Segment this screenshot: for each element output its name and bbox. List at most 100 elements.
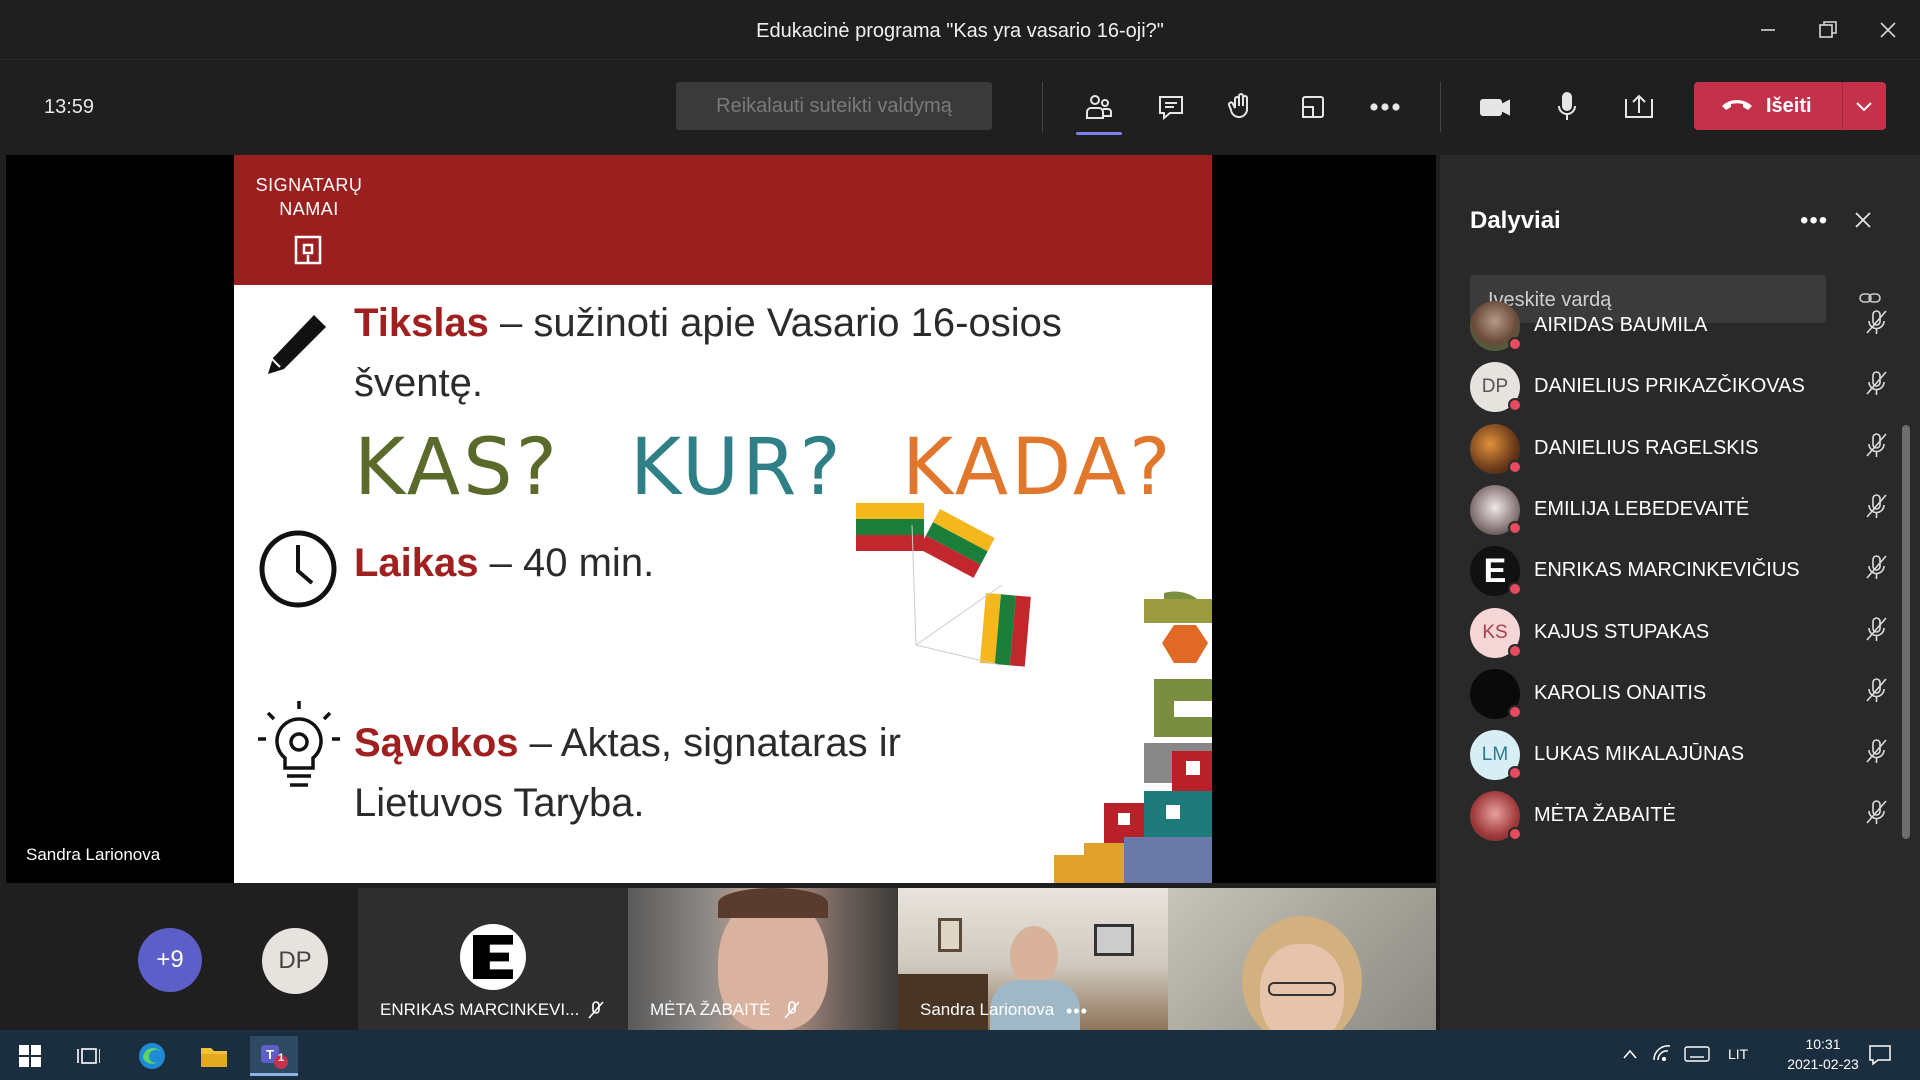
mic-toggle-button[interactable] (1544, 84, 1590, 130)
avatar-wrapper (1470, 423, 1522, 474)
title-bar: Edukacinė programa "Kas yra vasario 16-o… (0, 0, 1920, 60)
restore-button[interactable] (1806, 10, 1850, 50)
video-strip: +9 DP ENRIKAS MARCINKEVI... MĖTA ŽABAITĖ… (0, 888, 1436, 1030)
share-tray-icon (1625, 94, 1653, 118)
participant-name: KAROLIS ONAITIS (1534, 681, 1707, 704)
more-participants-bubble[interactable]: +9 (138, 928, 202, 992)
tray-chevron-up-icon[interactable] (1622, 1048, 1638, 1060)
presence-status-dot (1508, 520, 1522, 535)
leave-meeting-button[interactable]: Išeiti (1694, 82, 1886, 130)
participant-row[interactable]: DP DANIELIUS PRIKAZČIKOVAS (1470, 356, 1890, 413)
camera-toggle-button[interactable] (1472, 84, 1518, 130)
time-text: – 40 min. (478, 541, 655, 585)
start-button[interactable] (6, 1036, 54, 1076)
shared-content-stage: SIGNATARŲ NAMAI Tikslas – sužinoti apie … (6, 155, 1436, 883)
participant-name: DANIELIUS PRIKAZČIKOVAS (1534, 375, 1805, 398)
participant-row[interactable]: MĖTA ŽABAITĖ (1470, 785, 1890, 842)
avatar-wrapper: E (1470, 546, 1522, 597)
muted-mic-icon[interactable] (1864, 554, 1888, 580)
muted-mic-icon[interactable] (1864, 616, 1888, 642)
wall-frame (938, 918, 962, 952)
clock-icon (259, 530, 337, 608)
share-screen-button[interactable] (1616, 84, 1662, 130)
show-participants-button[interactable] (1076, 84, 1122, 130)
video-tile-meta[interactable]: MĖTA ŽABAITĖ (628, 888, 898, 1030)
presentation-slide: SIGNATARŲ NAMAI Tikslas – sužinoti apie … (234, 155, 1212, 883)
close-icon (1880, 22, 1896, 38)
close-window-button[interactable] (1866, 10, 1910, 50)
participant-row[interactable]: AIRIDAS BAUMILA (1470, 295, 1890, 351)
participant-row[interactable]: LM LUKAS MIKALAJŪNAS (1470, 724, 1890, 781)
close-panel-icon[interactable] (1854, 211, 1872, 229)
panel-title: Dalyviai (1470, 207, 1561, 234)
leave-divider (1842, 82, 1843, 130)
minimize-button[interactable] (1746, 10, 1790, 50)
meeting-toolbar: 13:59 Reikalauti suteikti valdymą Išeiti (0, 60, 1920, 154)
show-chat-button[interactable] (1148, 84, 1194, 130)
avatar-wrapper: DP (1470, 362, 1522, 413)
teams-taskbar-button[interactable]: T 1 (250, 1036, 298, 1076)
network-icon[interactable] (1652, 1044, 1672, 1062)
participant-list-scrollbar[interactable] (1902, 425, 1910, 839)
participant-row[interactable]: KAROLIS ONAITIS (1470, 663, 1890, 719)
muted-mic-icon[interactable] (1864, 677, 1888, 703)
goal-text: – sužinoti apie Vasario 16-osios (488, 301, 1062, 345)
participant-video-hair (718, 888, 828, 918)
teams-notification-badge: 1 (278, 1052, 285, 1064)
muted-mic-icon[interactable] (1864, 370, 1888, 396)
file-explorer-taskbar-button[interactable] (190, 1036, 238, 1076)
edge-taskbar-button[interactable] (128, 1036, 176, 1076)
participant-row[interactable]: DANIELIUS RAGELSKIS (1470, 418, 1890, 474)
presence-status-dot (1508, 827, 1522, 842)
muted-mic-icon[interactable] (1864, 799, 1888, 825)
raise-hand-button[interactable] (1218, 84, 1264, 130)
lightbulb-gear-icon (258, 701, 340, 787)
participant-row[interactable]: EMILIJA LEBEDEVAITĖ (1470, 479, 1890, 535)
more-options-icon[interactable]: ••• (1066, 1001, 1088, 1022)
concepts-line: Sąvokos – Aktas, signataras ir (354, 721, 901, 766)
avatar-wrapper: LM (1470, 730, 1522, 781)
muted-mic-icon (784, 1001, 800, 1019)
muted-mic-icon[interactable] (1864, 738, 1888, 764)
tray-clock-time[interactable]: 10:31 (1788, 1036, 1858, 1052)
dp-avatar-bubble[interactable]: DP (262, 928, 328, 994)
participant-name: ENRIKAS MARCINKEVIČIUS (1534, 559, 1800, 582)
svg-text:T: T (266, 1047, 274, 1062)
request-control-button[interactable]: Reikalauti suteikti valdymą (676, 82, 992, 130)
video-tile-participant[interactable] (1168, 888, 1436, 1030)
decorative-blocks (1054, 591, 1212, 883)
panel-more-options-icon[interactable]: ••• (1800, 207, 1828, 235)
tray-clock-date[interactable]: 2021-02-23 (1766, 1056, 1880, 1072)
rooms-button[interactable] (1290, 84, 1336, 130)
participant-row[interactable]: KS KAJUS STUPAKAS (1470, 602, 1890, 658)
participant-name: DANIELIUS RAGELSKIS (1534, 436, 1759, 459)
participant-name: EMILIJA LEBEDEVAITĖ (1534, 497, 1750, 520)
task-view-button[interactable] (64, 1036, 112, 1076)
toolbar-divider (1042, 82, 1043, 132)
participant-row[interactable]: E ENRIKAS MARCINKEVIČIUS (1470, 540, 1890, 597)
pencil-icon (268, 315, 326, 374)
chevron-down-icon[interactable] (1854, 96, 1874, 116)
video-tile-enrikas[interactable]: ENRIKAS MARCINKEVI... (358, 888, 628, 1030)
toolbar-divider (1440, 82, 1441, 132)
window-title: Edukacinė programa "Kas yra vasario 16-o… (756, 20, 1164, 42)
muted-mic-icon[interactable] (1864, 309, 1888, 335)
presence-status-dot (1508, 704, 1522, 719)
video-tile-sandra[interactable]: Sandra Larionova ••• (898, 888, 1168, 1030)
presenter-name-label: Sandra Larionova (26, 845, 161, 864)
minimize-icon (1761, 29, 1775, 31)
action-center-icon[interactable] (1868, 1044, 1892, 1066)
input-language-indicator[interactable]: LIT (1728, 1046, 1748, 1062)
more-actions-button[interactable] (1362, 84, 1408, 130)
logo-mark-icon (294, 235, 322, 265)
muted-mic-icon[interactable] (1864, 493, 1888, 519)
kas-heading: KAS? (354, 423, 561, 513)
raise-hand-icon (1227, 93, 1249, 119)
edge-browser-icon (139, 1043, 165, 1069)
task-view-icon (77, 1048, 100, 1064)
participant-video-face (1010, 926, 1058, 986)
avatar-wrapper (1470, 668, 1522, 719)
keyboard-icon[interactable] (1684, 1046, 1710, 1062)
participants-panel: Dalyviai ••• Įveskite vardą AIRIDAS BAUM… (1440, 155, 1920, 1030)
muted-mic-icon[interactable] (1864, 432, 1888, 458)
